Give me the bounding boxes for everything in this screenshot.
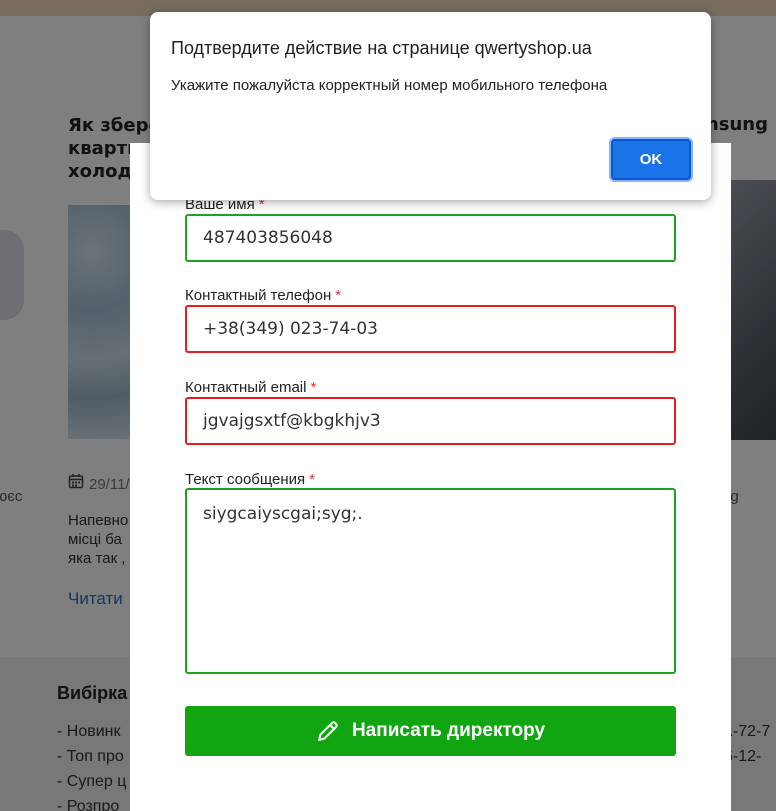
- contact-director-modal: Ваше имя * 487403856048 Контактный телефо…: [130, 143, 731, 811]
- required-asterisk: *: [309, 471, 316, 488]
- ok-button[interactable]: OK: [611, 139, 691, 180]
- browser-confirm-dialog: Подтвердите действие на странице qwertys…: [150, 12, 711, 200]
- required-asterisk: *: [310, 379, 317, 396]
- email-label: Контактный email *: [185, 379, 317, 396]
- phone-label: Контактный телефон *: [185, 287, 342, 304]
- message-textarea[interactable]: siygcaiyscgai;syg;.: [185, 488, 676, 674]
- name-field[interactable]: 487403856048: [185, 214, 676, 262]
- dialog-message: Укажите пожалуйста корректный номер моби…: [171, 77, 608, 94]
- email-field[interactable]: jgvajgsxtf@kbgkhjv3: [185, 397, 676, 445]
- write-director-button[interactable]: Написать директору: [185, 706, 676, 756]
- dialog-title: Подтвердите действие на странице qwertys…: [171, 38, 592, 58]
- pencil-icon: [317, 721, 338, 741]
- required-asterisk: *: [335, 287, 342, 304]
- message-label: Текст сообщения *: [185, 471, 316, 488]
- write-director-label: Написать директору: [351, 720, 546, 741]
- phone-field[interactable]: +38(349) 023-74-03: [185, 305, 676, 353]
